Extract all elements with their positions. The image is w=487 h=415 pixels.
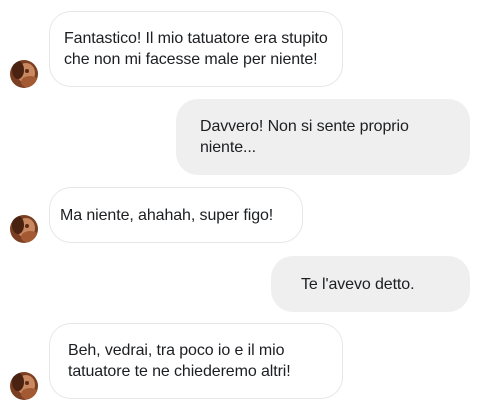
message-bubble-incoming[interactable]: Beh, vedrai, tra poco io e il mio tatuat… [49, 323, 343, 399]
avatar-photo-icon [10, 60, 38, 88]
message-text: Beh, vedrai, tra poco io e il mio tatuat… [68, 342, 291, 380]
message-bubble-outgoing[interactable]: Davvero! Non si sente proprio niente... [176, 99, 470, 175]
chat-thread: Fantastico! Il mio tatuatore era stupito… [0, 0, 487, 415]
message-text: Fantastico! Il mio tatuatore era stupito… [64, 30, 328, 68]
message-bubble-incoming[interactable]: Ma niente, ahahah, super figo! [49, 187, 303, 243]
message-bubble-outgoing[interactable]: Te l'avevo detto. [271, 256, 470, 312]
message-text: Te l'avevo detto. [301, 275, 415, 293]
message-text: Davvero! Non si sente proprio niente... [200, 118, 409, 156]
contact-avatar[interactable] [10, 215, 38, 243]
avatar-photo-icon [10, 372, 38, 400]
message-text: Ma niente, ahahah, super figo! [60, 206, 274, 224]
avatar-photo-icon [10, 215, 38, 243]
message-bubble-incoming[interactable]: Fantastico! Il mio tatuatore era stupito… [49, 11, 343, 87]
contact-avatar[interactable] [10, 372, 38, 400]
contact-avatar[interactable] [10, 60, 38, 88]
